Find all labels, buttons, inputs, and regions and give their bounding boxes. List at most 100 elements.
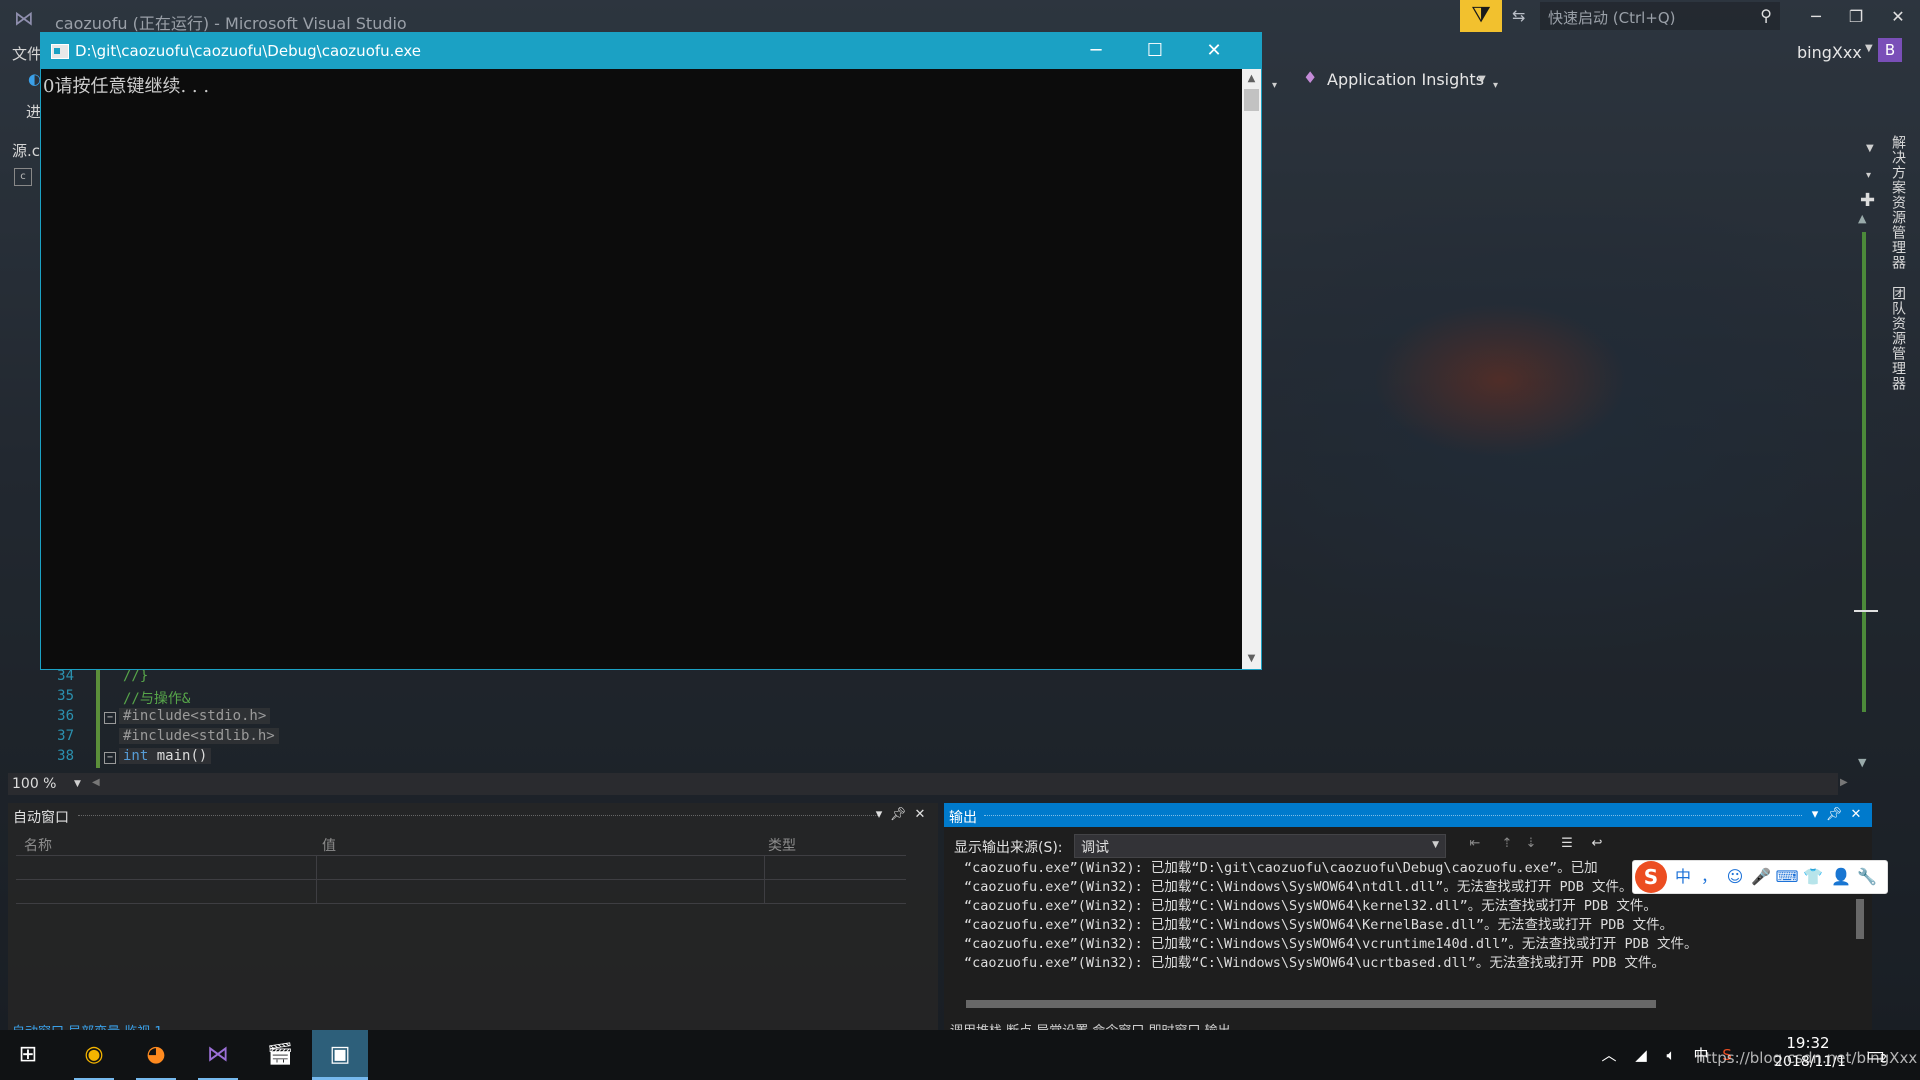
editor-vertical-scrollbar[interactable]: ▲ ▼	[1854, 212, 1878, 772]
network-icon[interactable]: ◢	[1630, 1044, 1652, 1066]
split-editor-icon[interactable]: ✚	[1860, 190, 1875, 211]
fold-toggle-icon[interactable]: −	[104, 712, 116, 724]
console-taskbar-icon[interactable]: ▣	[312, 1030, 368, 1080]
output-panel: 输出 ▾ 📌︎ ✕ 显示输出来源(S): 调试 ▼ ⇤ ⇡ ⇣ ☰ ↩ “cao…	[944, 803, 1872, 1039]
user-name[interactable]: bingXxx	[1797, 43, 1862, 62]
quick-launch-placeholder: 快速启动 (Ctrl+Q)	[1548, 9, 1676, 27]
tab-list-dropdown-icon[interactable]: ▼	[1866, 143, 1874, 154]
find-message-icon[interactable]: ⇤	[1464, 836, 1486, 856]
chevron-down-icon[interactable]: ▼	[1432, 840, 1439, 850]
ime-emoji-icon[interactable]: ☺	[1723, 866, 1747, 888]
code-line: 35 //与操作&	[40, 688, 440, 708]
scroll-right-icon[interactable]: ▶	[1840, 777, 1848, 788]
taskbar: ⊞ ◉ ◕ ⋈ 🎬︎ ▣ ︿ ◢ 🔈︎ 中 S 19:32 2018/11/1 …	[0, 1030, 1920, 1080]
word-wrap-icon[interactable]: ↩	[1586, 836, 1608, 856]
close-icon[interactable]: ✕	[911, 805, 929, 825]
process-label: 进	[26, 103, 42, 121]
minimize-button[interactable]: ─	[1798, 4, 1834, 30]
show-hidden-icons-icon[interactable]: ︿	[1598, 1044, 1620, 1066]
visual-studio-icon[interactable]: ⋈	[190, 1030, 246, 1080]
navigation-dropdown-icon[interactable]: ▾	[1866, 170, 1871, 181]
ime-skin-icon[interactable]: 👕	[1801, 866, 1825, 888]
ime-punctuation-icon[interactable]: ，	[1697, 866, 1721, 888]
code-text: //与操作&	[123, 691, 191, 707]
console-close-button[interactable]: ✕	[1185, 33, 1243, 69]
scrollbar-thumb[interactable]	[966, 1000, 1656, 1008]
search-icon[interactable]: ⚲	[1760, 6, 1772, 25]
scrollbar-thumb[interactable]	[1856, 899, 1864, 939]
code-rest: main()	[148, 748, 208, 764]
scroll-up-icon[interactable]: ▲	[1242, 69, 1261, 89]
chevron-down-icon[interactable]: ▼	[1478, 74, 1486, 85]
doc-tab-source[interactable]: 源.c	[12, 140, 40, 161]
ime-settings-icon[interactable]: 🔧	[1855, 866, 1879, 888]
ime-voice-icon[interactable]: 🎤	[1749, 866, 1773, 888]
scrollbar-thumb[interactable]	[1244, 89, 1259, 111]
console-app-icon	[51, 44, 69, 59]
volume-icon[interactable]: 🔈︎	[1660, 1044, 1682, 1066]
side-tab-solution-explorer[interactable]: 解决方案资源管理器	[1886, 135, 1908, 270]
ime-chinese-mode[interactable]: 中	[1671, 866, 1695, 888]
live-share-icon[interactable]: ⇆	[1512, 5, 1534, 27]
output-header: 输出 ▾ 📌︎ ✕	[944, 803, 1872, 827]
console-maximize-button[interactable]: ☐	[1126, 33, 1184, 69]
ime-keyboard-icon[interactable]: ⌨	[1775, 866, 1799, 888]
quick-launch-input[interactable]: 快速启动 (Ctrl+Q) ⚲	[1540, 2, 1780, 30]
close-button[interactable]: ✕	[1880, 4, 1916, 30]
sogou-logo-icon[interactable]: S	[1635, 861, 1667, 893]
close-icon[interactable]: ✕	[1847, 805, 1865, 825]
notification-badge: 2	[1880, 1052, 1887, 1065]
output-line: “caozuofu.exe”(Win32): 已加载“C:\Windows\Sy…	[964, 955, 1666, 971]
side-tab-team-explorer[interactable]: 团队资源管理器	[1886, 286, 1908, 391]
pin-icon[interactable]: 📌︎	[1825, 805, 1843, 825]
scroll-up-icon[interactable]: ▲	[1858, 212, 1866, 225]
chevron-down-icon[interactable]: ▼	[1865, 43, 1873, 54]
feedback-filter-icon[interactable]: ⧩	[1460, 0, 1502, 32]
scroll-left-icon[interactable]: ◀	[92, 777, 100, 788]
scroll-down-icon[interactable]: ▼	[1858, 756, 1866, 769]
console-output: 0请按任意键继续. . .	[43, 76, 210, 97]
lightbulb-icon: ♦	[1303, 68, 1318, 87]
video-editor-icon[interactable]: 🎬︎	[252, 1030, 308, 1080]
console-minimize-button[interactable]: ─	[1067, 33, 1125, 69]
code-editor[interactable]: 34 //} 35 //与操作& 36 − #include<stdio.h> …	[40, 668, 1840, 772]
console-titlebar[interactable]: D:\git\caozuofu\caozuofu\Debug\caozuofu.…	[41, 33, 1261, 69]
clear-all-icon[interactable]: ☰	[1556, 836, 1578, 856]
ime-user-icon[interactable]: 👤	[1829, 866, 1853, 888]
chrome-icon[interactable]: ◉	[66, 1030, 122, 1080]
zoom-level[interactable]: 100 %	[12, 776, 56, 792]
vs-window-title: caozuofu (正在运行) - Microsoft Visual Studi…	[55, 14, 407, 33]
console-scrollbar[interactable]: ▲ ▼	[1242, 69, 1261, 669]
output-line: “caozuofu.exe”(Win32): 已加载“C:\Windows\Sy…	[964, 936, 1698, 952]
fold-toggle-icon[interactable]: −	[104, 752, 116, 764]
autos-header: 自动窗口 ▾ 📌︎ ✕	[8, 803, 938, 827]
chevron-down-icon[interactable]: ▼	[74, 779, 81, 789]
toolbar-overflow-icon[interactable]: ▾	[1493, 80, 1498, 91]
output-line: “caozuofu.exe”(Win32): 已加载“C:\Windows\Sy…	[964, 898, 1657, 914]
code-text: int main()	[119, 748, 212, 764]
maximize-button[interactable]: ❐	[1838, 4, 1874, 30]
pin-icon[interactable]: 📌︎	[889, 805, 907, 825]
output-source-select[interactable]: 调试 ▼	[1074, 834, 1446, 858]
column-header-value[interactable]: 值	[322, 835, 336, 855]
next-message-icon[interactable]: ⇣	[1520, 836, 1542, 856]
prev-message-icon[interactable]: ⇡	[1496, 836, 1518, 856]
column-header-type[interactable]: 类型	[768, 835, 796, 855]
autos-scrollbar[interactable]	[916, 835, 930, 1025]
scrollbar-thumb[interactable]	[1862, 232, 1866, 712]
panel-menu-icon[interactable]: ▾	[1806, 805, 1824, 825]
scroll-down-icon[interactable]: ▼	[1242, 649, 1261, 669]
toolbar-dropdown-icon[interactable]: ▾	[1272, 80, 1277, 91]
windows-start-icon[interactable]: ⊞	[0, 1030, 56, 1080]
avatar[interactable]: B	[1878, 38, 1902, 62]
column-header-name[interactable]: 名称	[24, 835, 52, 855]
line-number: 37	[57, 728, 74, 744]
menu-file[interactable]: 文件	[12, 43, 42, 64]
application-insights-label: Application Insights	[1327, 70, 1485, 89]
firefox-icon[interactable]: ◕	[128, 1030, 184, 1080]
code-text: //}	[123, 668, 149, 684]
scope-icon[interactable]: c	[14, 168, 32, 186]
console-body[interactable]: 0请按任意键继续. . .	[41, 69, 1241, 669]
output-horizontal-scrollbar[interactable]	[950, 997, 1850, 1011]
panel-menu-icon[interactable]: ▾	[870, 805, 888, 825]
